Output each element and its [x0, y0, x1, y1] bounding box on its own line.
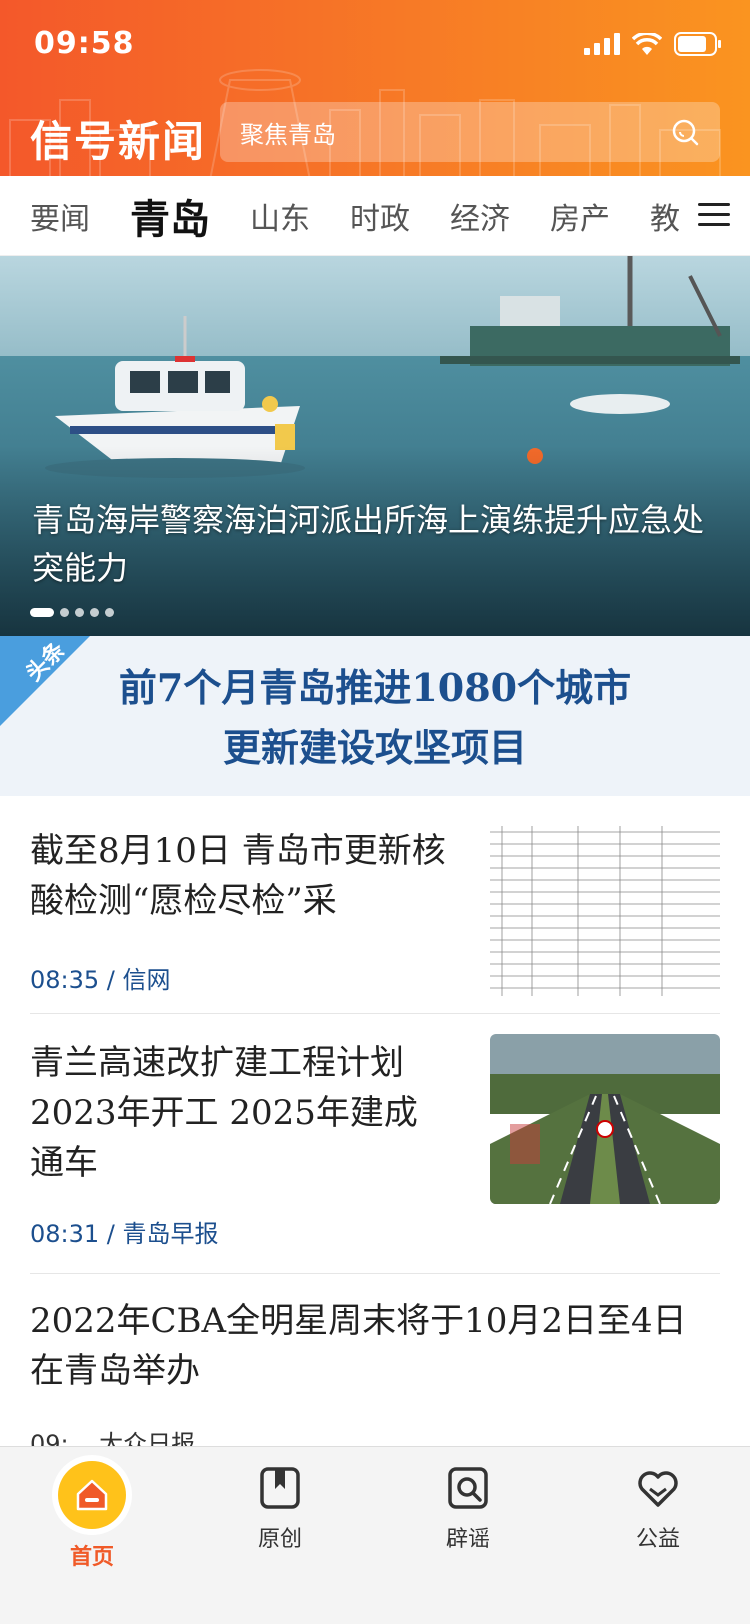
news-item[interactable]: 青兰高速改扩建工程计划2023年开工 2025年建成通车 08:31 / 青岛早…: [30, 1014, 720, 1274]
tab-fangchan[interactable]: 房产: [550, 194, 610, 238]
cellular-signal-icon: [584, 33, 620, 55]
headline-title[interactable]: 前7个月青岛推进1080个城市 更新建设攻坚项目: [60, 658, 690, 778]
nav-charity[interactable]: 公益: [598, 1467, 718, 1553]
tab-shizheng[interactable]: 时政: [350, 194, 410, 238]
carousel-dot: [90, 608, 99, 617]
carousel-dot: [60, 608, 69, 617]
hero-title[interactable]: 青岛海岸警察海泊河派出所海上演练提升应急处突能力: [32, 496, 712, 592]
nav-home[interactable]: 首页: [32, 1461, 152, 1571]
news-title[interactable]: 截至8月10日 青岛市更新核酸检测“愿检尽检”采: [30, 826, 450, 926]
news-meta: 09: 大众日报: [30, 1430, 196, 1446]
heart-icon: [638, 1471, 678, 1507]
nav-rumor-label: 辟谣: [445, 1527, 490, 1552]
carousel-dot: [30, 608, 54, 617]
home-icon: [76, 1479, 108, 1511]
nav-rumor[interactable]: 辟谣: [408, 1467, 528, 1553]
app-logo: 信号新闻: [30, 117, 207, 166]
search-magnifier-icon: [448, 1467, 488, 1509]
tab-jiaoyu[interactable]: 教: [650, 194, 680, 238]
nav-home-label: 首页: [69, 1545, 114, 1570]
category-tabs: 要闻 青岛 山东 时政 经济 房产 教: [0, 176, 750, 256]
battery-icon: [674, 32, 721, 56]
news-meta: 08:31 / 青岛早报: [30, 1220, 219, 1248]
tab-jingji[interactable]: 经济: [450, 194, 510, 238]
highway-thumbnail[interactable]: [490, 1034, 720, 1204]
hero-carousel[interactable]: 青岛海岸警察海泊河派出所海上演练提升应急处突能力: [0, 256, 750, 636]
carousel-dot: [75, 608, 84, 617]
headline-line-2: 更新建设攻坚项目: [222, 725, 527, 770]
tab-qingdao[interactable]: 青岛: [130, 187, 210, 245]
nav-original[interactable]: 原创: [220, 1467, 340, 1553]
news-meta: 08:35 / 信网: [30, 966, 171, 994]
search-input[interactable]: 聚焦青岛: [240, 115, 670, 150]
carousel-indicator: [30, 608, 114, 617]
home-bubble[interactable]: [58, 1461, 126, 1529]
table-document-thumbnail[interactable]: [490, 826, 720, 996]
news-item[interactable]: 2022年CBA全明星周末将于10月2日至4日在青岛举办 09: 大众日报: [30, 1274, 720, 1446]
wifi-icon: [632, 33, 662, 55]
headline-line-1: 前7个月青岛推进1080个城市: [118, 665, 632, 710]
search-icon[interactable]: [670, 117, 700, 147]
status-icons: [584, 32, 722, 56]
hamburger-menu-icon[interactable]: [698, 202, 730, 228]
nav-charity-label: 公益: [635, 1527, 680, 1552]
news-title[interactable]: 2022年CBA全明星周末将于10月2日至4日在青岛举办: [30, 1296, 720, 1396]
nav-original-label: 原创: [257, 1527, 302, 1552]
bottom-navigation: 首页 原创 辟谣 公益: [0, 1446, 750, 1624]
tab-shandong[interactable]: 山东: [250, 194, 310, 238]
news-list: 截至8月10日 青岛市更新核酸检测“愿检尽检”采 08:35 / 信网 青兰高速…: [0, 796, 750, 1446]
search-bar[interactable]: 聚焦青岛: [220, 102, 720, 162]
bookmark-icon: [260, 1467, 300, 1509]
headline-banner[interactable]: 头条 前7个月青岛推进1080个城市 更新建设攻坚项目: [0, 636, 750, 796]
tab-yaowen[interactable]: 要闻: [30, 194, 90, 238]
status-time: 09:58: [34, 26, 135, 61]
news-item[interactable]: 截至8月10日 青岛市更新核酸检测“愿检尽检”采 08:35 / 信网: [30, 796, 720, 1014]
carousel-dot: [105, 608, 114, 617]
app-header: 09:58 信号新闻 聚焦青岛: [0, 0, 750, 176]
news-title[interactable]: 青兰高速改扩建工程计划2023年开工 2025年建成通车: [30, 1038, 450, 1188]
